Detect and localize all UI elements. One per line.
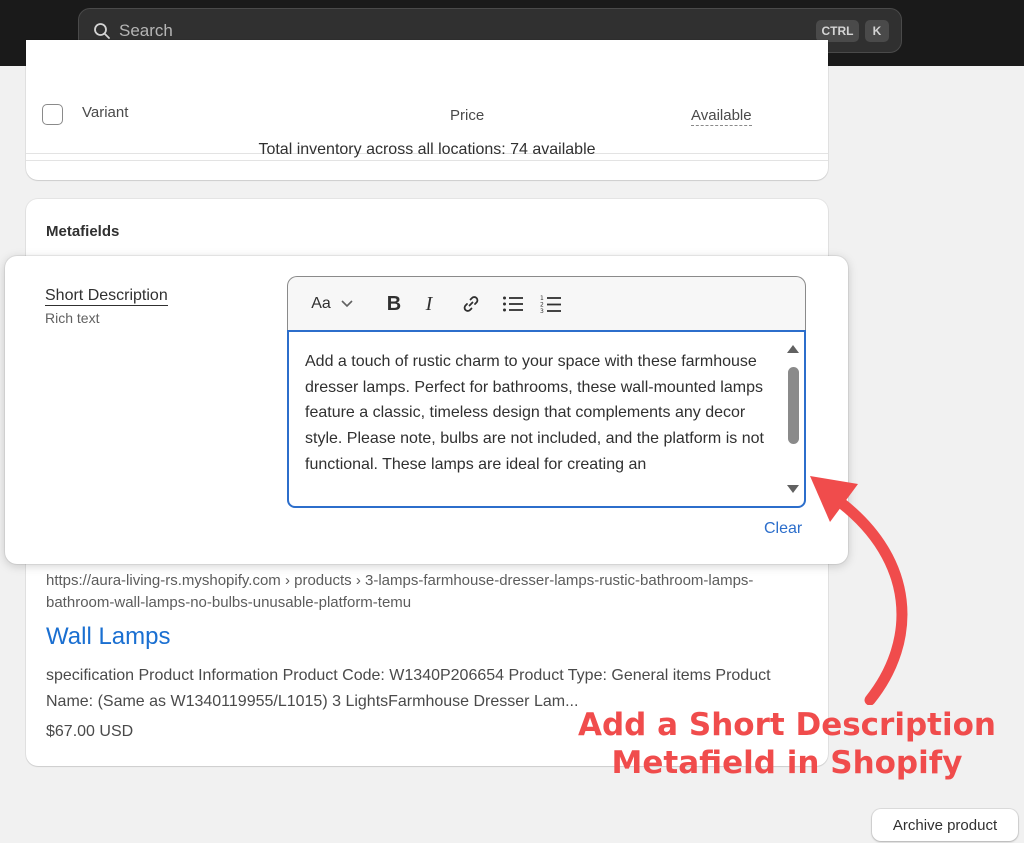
field-type: Rich text (45, 310, 100, 326)
search-placeholder: Search (119, 21, 173, 40)
clear-link[interactable]: Clear (764, 520, 802, 538)
metafields-title: Metafields (46, 223, 120, 240)
scrollbar-thumb[interactable] (788, 367, 799, 444)
svg-text:3: 3 (540, 308, 544, 314)
bullet-list-icon[interactable] (500, 291, 526, 317)
bold-button[interactable]: B (381, 291, 407, 317)
annotation-caption: Add a Short Description Metafield in Sho… (570, 706, 1004, 782)
scroll-up-arrow-icon[interactable] (786, 344, 800, 354)
divider (26, 160, 828, 161)
short-description-textarea[interactable]: Add a touch of rustic charm to your spac… (287, 330, 806, 508)
scroll-down-arrow-icon[interactable] (786, 484, 800, 494)
field-label-short-description[interactable]: Short Description (45, 287, 168, 306)
search-icon (94, 23, 110, 39)
rich-text-toolbar: Aa B I 1 2 3 (287, 276, 806, 332)
short-description-text[interactable]: Add a touch of rustic charm to your spac… (305, 349, 775, 478)
text-style-button[interactable]: Aa (306, 291, 336, 317)
chevron-down-icon[interactable] (338, 291, 356, 317)
column-price: Price (450, 107, 485, 124)
seo-preview-title: Wall Lamps (46, 623, 171, 650)
column-available[interactable]: Available (691, 107, 752, 126)
annotation-line-1: Add a Short Description (578, 707, 996, 743)
shortcut-ctrl-key: CTRL (816, 20, 859, 42)
italic-button[interactable]: I (416, 291, 442, 317)
annotation-arrow-icon (810, 476, 908, 705)
total-inventory-text: Total inventory across all locations: 74… (258, 141, 596, 158)
annotation-line-2: Metafield in Shopify (611, 745, 963, 781)
numbered-list-icon[interactable]: 1 2 3 (538, 291, 564, 317)
link-icon[interactable] (458, 291, 484, 317)
shortcut-k-key: K (865, 20, 889, 42)
seo-preview-price: $67.00 USD (46, 723, 134, 740)
archive-product-button[interactable]: Archive product (872, 809, 1018, 841)
seo-preview-url: https://aura-living-rs.myshopify.com › p… (46, 572, 754, 611)
column-variant: Variant (82, 104, 129, 121)
select-all-checkbox[interactable] (42, 104, 63, 125)
variants-card: Variant Price Available Total inventory … (26, 40, 828, 180)
short-description-editor-panel: Short Description Rich text Aa B I 1 2 3… (5, 256, 848, 564)
